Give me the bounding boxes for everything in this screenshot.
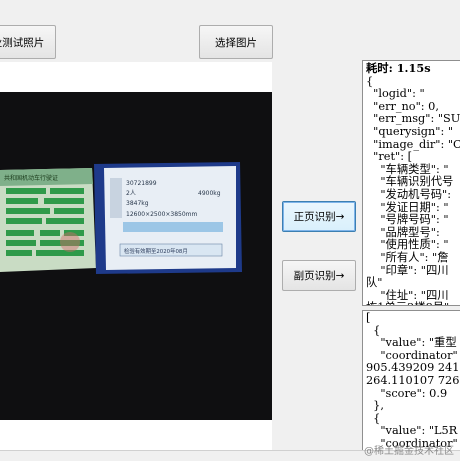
license-left-title: 共和国机动车行驶证 [4,174,58,182]
back-result-line: "value": "重型 [366,336,457,350]
back-page-recognize-button[interactable]: 副页识别→ [282,260,356,291]
front-result-json: { "logid": " "err_no": 0, "err_msg": "SU… [363,75,460,305]
back-result-line: }, [366,399,384,413]
front-result-line: "发动机号码": [366,187,452,201]
license-line-2: 3847kg [126,200,149,207]
choose-image-button[interactable]: 选择图片 [199,25,273,59]
license-line-5: 4900kg [198,190,221,197]
watermark: @稀土掘金技术社区 [364,446,454,457]
front-result-line: "ret": [ [366,150,413,164]
license-serial-number: 30721899 [126,180,157,187]
license-line-4: 检验有效期至2020年08月 [124,247,188,255]
license-line-3: 12600×2500×3850mm [126,211,198,218]
back-result-textbox[interactable]: [ { "value": "重型 "coordinator" 905.439209… [362,310,460,452]
vehicle-license-photo: 共和国机动车行驶证 30721899 2人 3847kg 12600×2500×… [0,92,272,420]
front-result-line: 队" [366,276,383,290]
front-result-line: "querysign": " [366,124,454,138]
elapsed-time-label: 耗时: 1.15s [366,61,431,75]
front-result-line: 栋1单元2楼8号" [366,302,460,305]
image-preview-panel: 共和国机动车行驶证 30721899 2人 3847kg 12600×2500×… [0,62,272,450]
back-result-json: [ { "value": "重型 "coordinator" 905.439209… [363,311,460,451]
license-line-1: 2人 [126,190,136,197]
front-result-textbox[interactable]: 耗时: 1.15s { "logid": " "err_no": 0, "err… [362,60,460,306]
license-image: 共和国机动车行驶证 30721899 2人 3847kg 12600×2500×… [0,162,242,274]
back-result-line: 264.110107 726.05 [366,373,460,387]
front-result-line: "所有人": "詹 [366,250,449,264]
front-result-line: "logid": " [366,87,425,101]
front-result-line: "号牌号码": " [366,213,449,227]
front-page-recognize-button[interactable]: 正页识别→ [282,201,356,232]
test-photo-button[interactable]: 业测试照片 [0,25,56,59]
back-result-line: [ [366,311,371,324]
